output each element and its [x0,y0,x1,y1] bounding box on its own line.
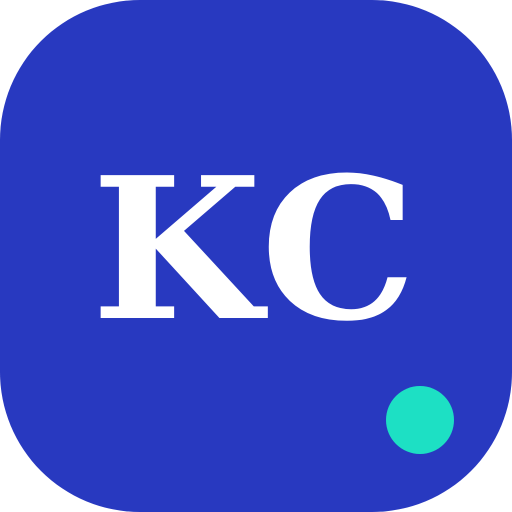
app-icon[interactable]: KC [0,0,512,512]
monogram-text: KC [91,135,421,365]
status-dot-icon [386,386,454,454]
